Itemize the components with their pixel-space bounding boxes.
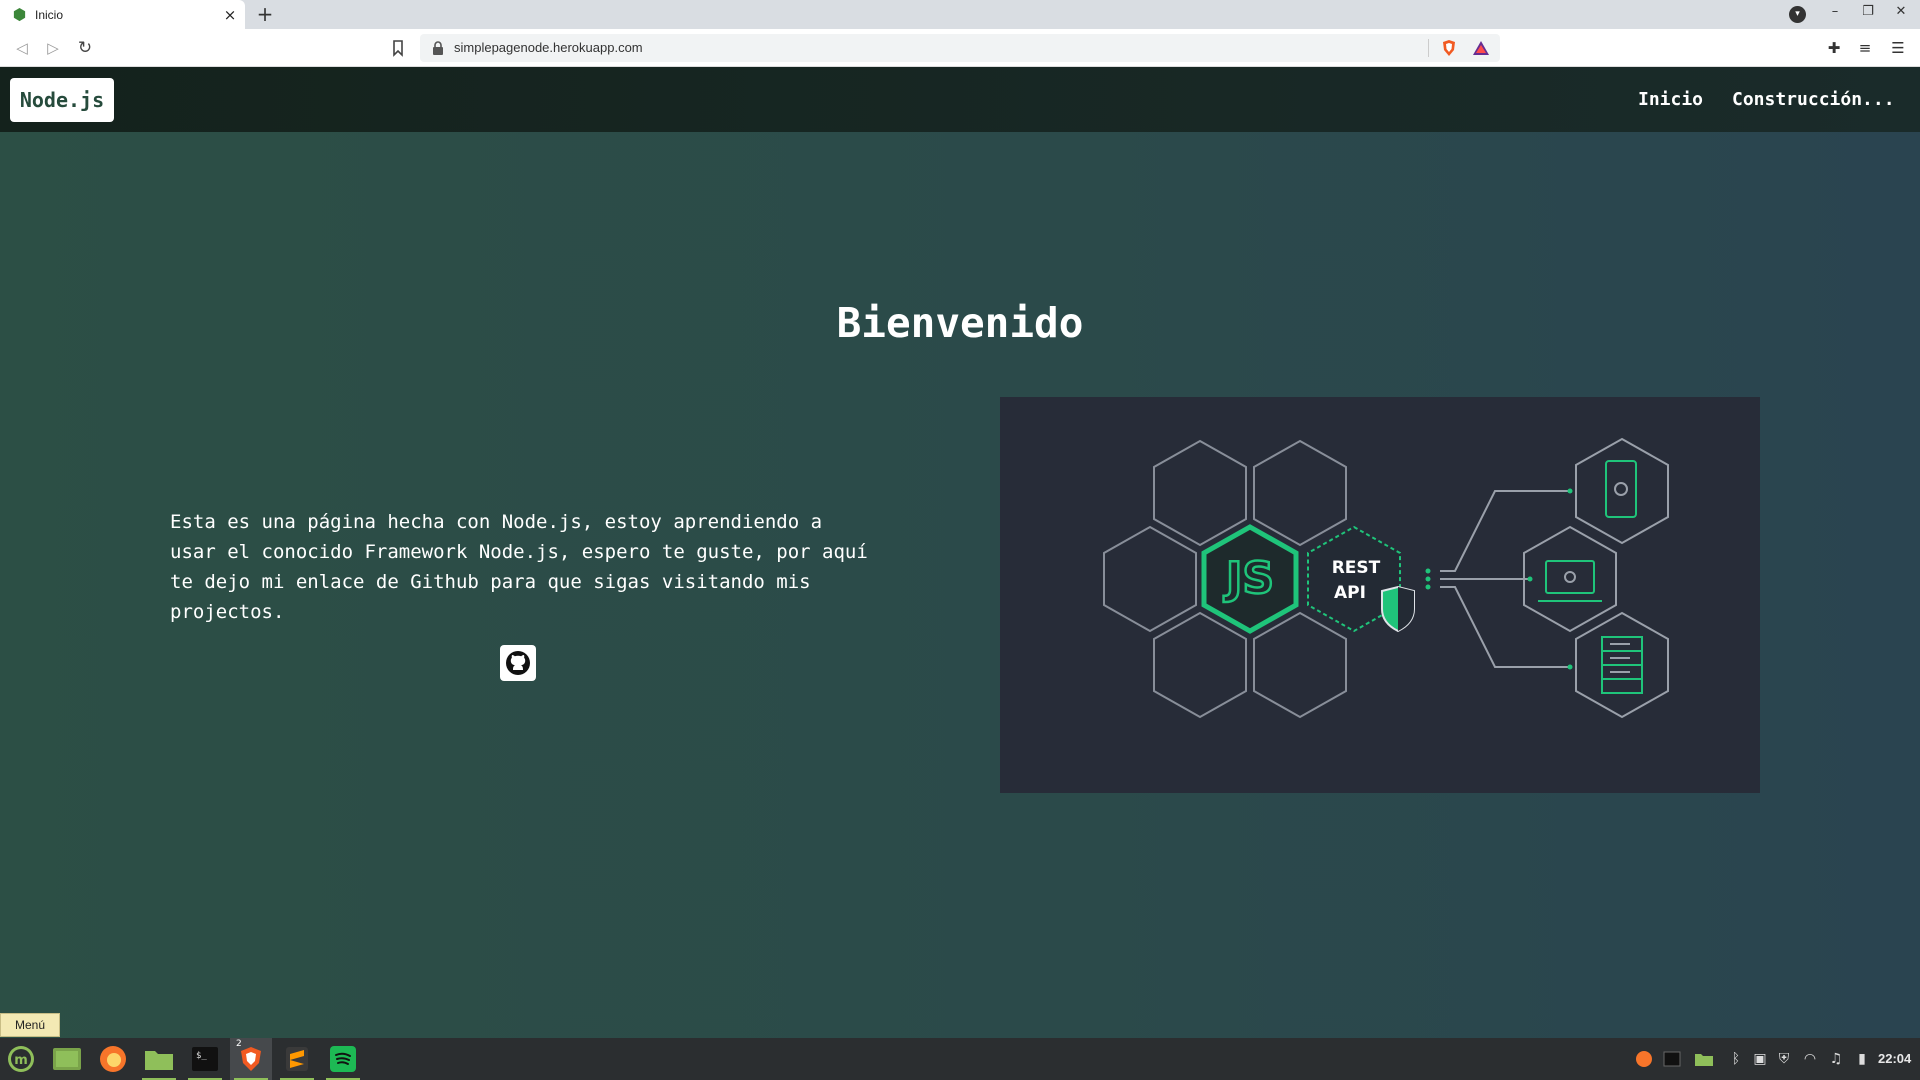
wifi-icon[interactable]: ◠ xyxy=(1800,1049,1820,1069)
back-icon[interactable]: ◁ xyxy=(11,37,33,59)
tray-firefox-icon[interactable] xyxy=(1634,1049,1654,1069)
browser-menu-icon[interactable]: ☰ xyxy=(1888,38,1908,58)
new-tab-button[interactable]: + xyxy=(254,3,276,25)
github-icon xyxy=(506,651,530,675)
brand-logo-link[interactable]: Node.js xyxy=(10,78,114,122)
page-title: Bienvenido xyxy=(836,299,1084,347)
sound-icon[interactable]: ♫ xyxy=(1826,1049,1846,1069)
spotify-icon[interactable] xyxy=(322,1038,364,1080)
tray-files-icon[interactable] xyxy=(1694,1049,1714,1069)
clipboard-icon[interactable]: ▣ xyxy=(1750,1049,1770,1069)
rest-label: REST xyxy=(1332,558,1381,578)
shield-update-icon[interactable]: ⛨ xyxy=(1774,1049,1794,1069)
browser-tab[interactable]: Inicio × xyxy=(0,0,245,29)
brave-rewards-icon[interactable] xyxy=(1472,40,1490,56)
server-icon xyxy=(1601,636,1643,694)
nav-link-inicio[interactable]: Inicio xyxy=(1638,89,1703,110)
svg-text:$_: $_ xyxy=(196,1051,207,1061)
reload-icon[interactable]: ↻ xyxy=(74,37,96,59)
github-link[interactable] xyxy=(500,645,536,681)
close-window-icon[interactable]: ✕ xyxy=(1892,4,1910,19)
browser-toolbar: ◁ ▷ ↻ simplepagenode.herokuapp.com ✚ ≡ ☰ xyxy=(0,29,1920,67)
browser-tab-bar: Inicio × + ▾ – ❐ ✕ xyxy=(0,0,1920,29)
restore-icon[interactable]: ❐ xyxy=(1859,4,1877,19)
nav-link-construccion[interactable]: Construcción... xyxy=(1732,89,1895,110)
lock-icon xyxy=(433,41,443,55)
mobile-device-icon xyxy=(1605,460,1637,518)
minimize-icon[interactable]: – xyxy=(1826,4,1844,19)
hexagon-outline xyxy=(1575,437,1669,545)
site-navbar: Node.js Inicio Construcción... xyxy=(0,67,1920,132)
firefox-icon[interactable] xyxy=(92,1038,134,1080)
reading-list-icon[interactable]: ≡ xyxy=(1855,38,1875,58)
url-text: simplepagenode.herokuapp.com xyxy=(454,40,643,55)
intro-paragraph: Esta es una página hecha con Node.js, es… xyxy=(170,511,868,623)
hexagon-outline xyxy=(1523,525,1617,633)
battery-icon[interactable]: ▮ xyxy=(1852,1049,1872,1069)
brave-shield-icon[interactable] xyxy=(1440,39,1458,57)
taskbar-clock[interactable]: 22:04 xyxy=(1878,1051,1911,1066)
brave-browser-icon[interactable]: 2 xyxy=(230,1038,272,1080)
hexagon-outline xyxy=(1153,611,1247,719)
svg-text:m: m xyxy=(14,1053,28,1068)
tab-close-button[interactable]: × xyxy=(219,6,241,24)
hexagon-outline xyxy=(1253,611,1347,719)
hexagon-outline xyxy=(1253,439,1347,547)
forward-icon[interactable]: ▷ xyxy=(42,37,64,59)
nodejs-rest-api-illustration: JS REST API xyxy=(1000,397,1760,793)
mint-menu-icon[interactable]: m xyxy=(0,1038,42,1080)
nodejs-favicon-icon xyxy=(13,7,26,22)
laptop-icon xyxy=(1538,560,1602,602)
url-divider xyxy=(1428,39,1429,57)
tray-terminal-icon[interactable] xyxy=(1662,1049,1682,1069)
bookmark-icon[interactable] xyxy=(388,38,408,58)
files-icon[interactable] xyxy=(138,1038,180,1080)
hexagon-outline xyxy=(1103,525,1197,633)
web-page: Node.js Inicio Construcción... Bienvenid… xyxy=(0,67,1920,1038)
desktop-taskbar: m $_ 2 ᛒ ▣ ⛨ ◠ ♫ ▮ 22:04 xyxy=(0,1038,1920,1080)
menu-tooltip: Menú xyxy=(0,1013,60,1037)
terminal-icon[interactable]: $_ xyxy=(184,1038,226,1080)
js-badge-text: JS xyxy=(1223,553,1274,604)
tab-title: Inicio xyxy=(35,7,64,22)
tab-search-icon[interactable]: ▾ xyxy=(1789,6,1806,23)
api-label: API xyxy=(1334,583,1366,603)
bluetooth-icon[interactable]: ᛒ xyxy=(1726,1049,1746,1069)
sublime-text-icon[interactable] xyxy=(276,1038,318,1080)
address-bar[interactable]: simplepagenode.herokuapp.com xyxy=(420,34,1500,62)
hexagon-outline xyxy=(1153,439,1247,547)
brave-window-count: 2 xyxy=(236,1039,242,1049)
extensions-icon[interactable]: ✚ xyxy=(1824,38,1844,58)
show-desktop-icon[interactable] xyxy=(46,1038,88,1080)
